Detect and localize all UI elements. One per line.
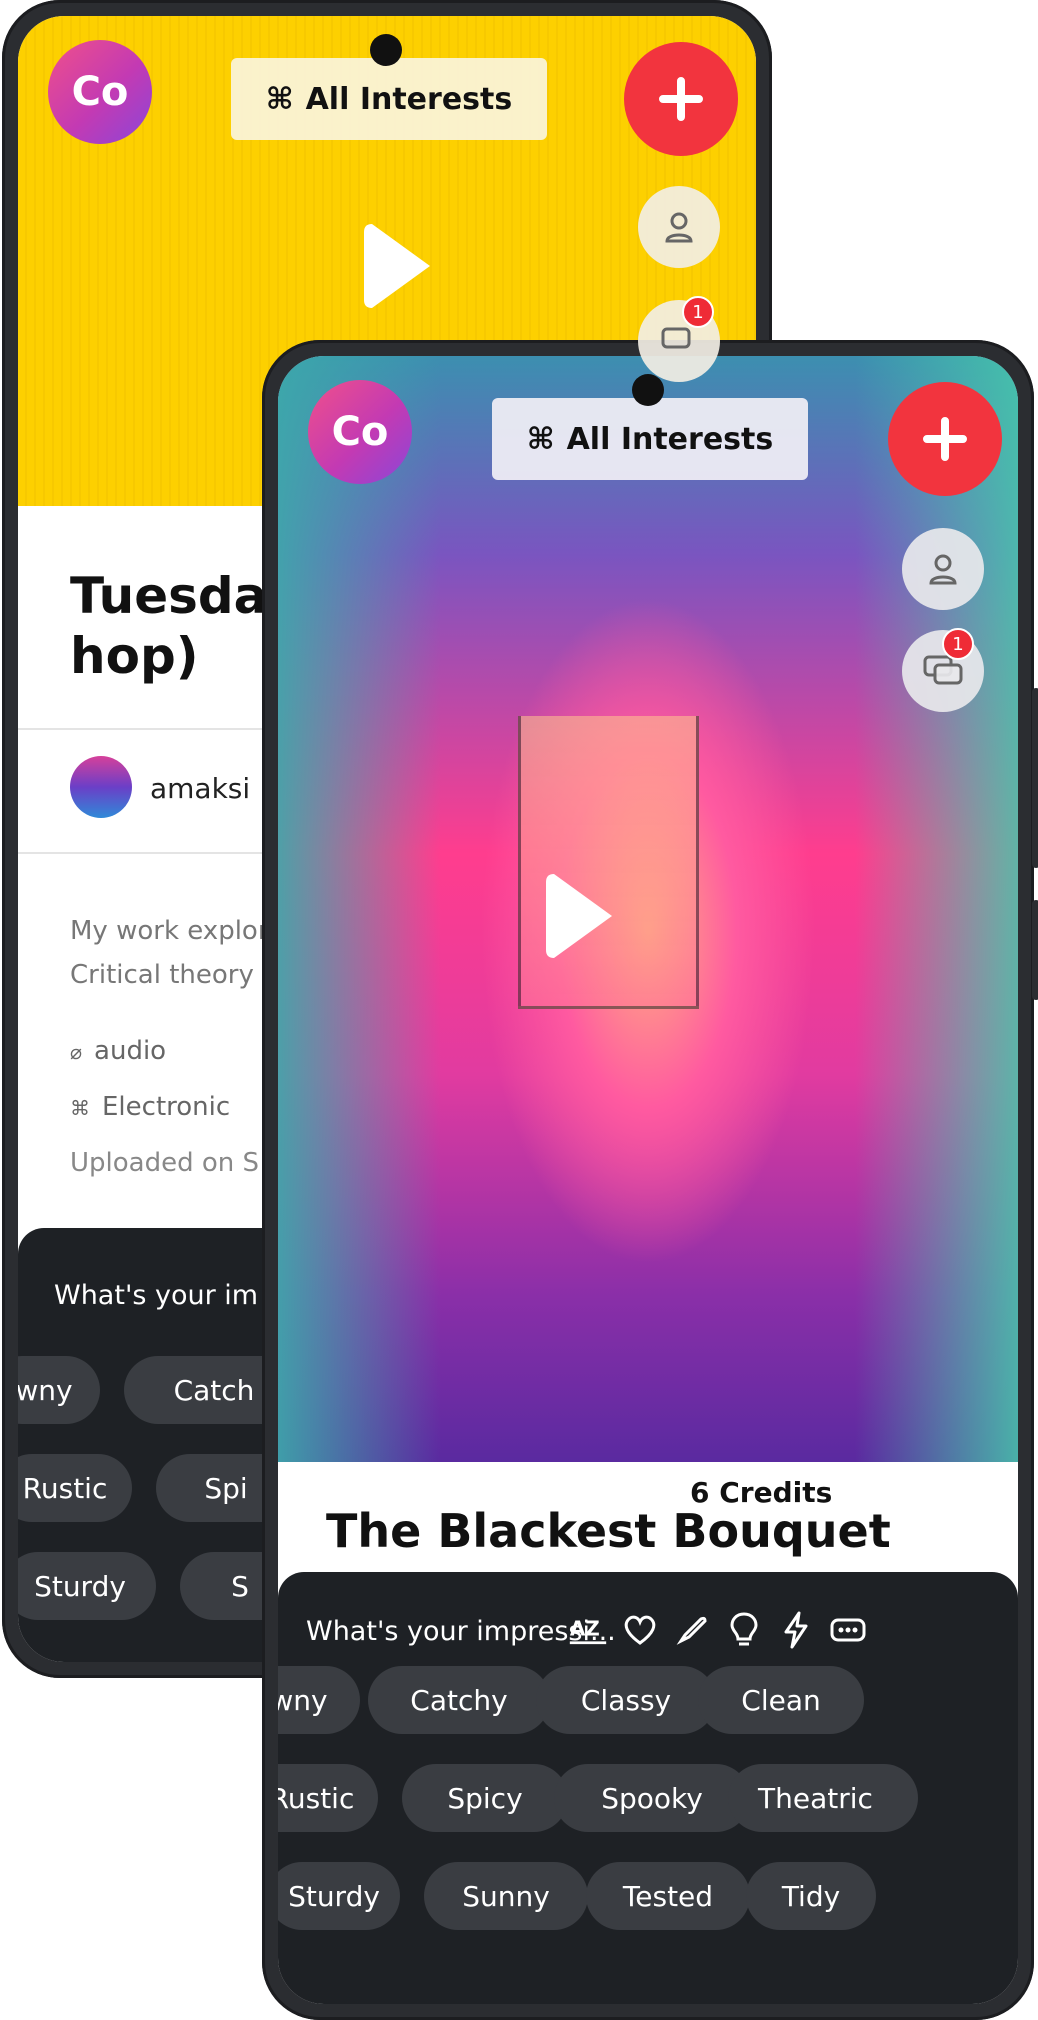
add-button[interactable]: [888, 382, 1002, 496]
impression-chip[interactable]: Rustic: [278, 1764, 378, 1832]
add-button[interactable]: [624, 42, 738, 156]
more-icon[interactable]: [828, 1610, 868, 1650]
impression-chip[interactable]: Sturdy: [18, 1552, 156, 1620]
impression-chip[interactable]: Clean: [698, 1666, 864, 1734]
impression-chip[interactable]: Tidy: [746, 1862, 876, 1930]
profile-button[interactable]: [902, 528, 984, 610]
credits-label: 6 Credits: [690, 1476, 833, 1509]
plus-icon: [923, 417, 967, 461]
user-icon: [929, 554, 957, 585]
impression-chip[interactable]: Spooky: [554, 1764, 750, 1832]
user-icon: [665, 212, 693, 243]
app-logo[interactable]: Co: [48, 40, 152, 144]
all-interests-label: All Interests: [305, 81, 513, 117]
track-title: The Blackest Bouquet: [326, 1504, 891, 1558]
command-icon: ⌘: [526, 421, 555, 457]
all-interests-label: All Interests: [566, 421, 774, 457]
notification-badge: 1: [682, 296, 714, 328]
impression-chip[interactable]: Classy: [536, 1666, 716, 1734]
az-sort-icon[interactable]: AZ: [568, 1610, 608, 1650]
svg-text:AZ: AZ: [570, 1616, 600, 1640]
app-logo[interactable]: Co: [308, 380, 412, 484]
front-phone-screen: Co ⌘ All Interests 1 The Blackest Bouque…: [278, 356, 1018, 2004]
impression-question: What's your im: [54, 1280, 259, 1311]
plus-icon: [659, 77, 703, 121]
all-interests-button[interactable]: ⌘ All Interests: [231, 58, 547, 140]
impression-chip[interactable]: Tested: [586, 1862, 750, 1930]
command-icon: ⌘: [265, 81, 294, 117]
front-camera: [632, 374, 664, 406]
uploader-name[interactable]: amaksi: [150, 772, 250, 805]
front-phone: Co ⌘ All Interests 1 The Blackest Bouque…: [262, 340, 1038, 2020]
heart-icon[interactable]: [620, 1610, 660, 1650]
impression-chip[interactable]: wny: [18, 1356, 100, 1424]
play-icon[interactable]: [358, 216, 438, 316]
genre: ⌘ Electronic: [70, 1092, 231, 1122]
impression-chip[interactable]: Spicy: [402, 1764, 568, 1832]
power-button: [1032, 688, 1038, 868]
bolt-icon[interactable]: [776, 1610, 816, 1650]
front-camera: [370, 34, 402, 66]
play-icon[interactable]: [540, 866, 620, 966]
impression-chip[interactable]: wny: [278, 1666, 360, 1734]
impression-panel: What's your impressi... AZ wny Catchy Cl…: [278, 1572, 1018, 2004]
impression-chip[interactable]: Sunny: [424, 1862, 588, 1930]
brush-icon[interactable]: [672, 1610, 712, 1650]
uploader-avatar[interactable]: [70, 756, 132, 818]
upload-date: Uploaded on S: [70, 1148, 260, 1178]
all-interests-button[interactable]: ⌘ All Interests: [492, 398, 808, 480]
link-icon: ⌀: [70, 1040, 83, 1064]
description-line: My work explor: [70, 916, 269, 946]
impression-tools: AZ: [568, 1610, 868, 1650]
messages-button[interactable]: 1: [638, 296, 720, 382]
profile-button[interactable]: [638, 186, 720, 268]
notification-badge: 1: [942, 628, 974, 660]
command-icon: ⌘: [70, 1096, 90, 1120]
impression-chip[interactable]: Catchy: [368, 1666, 550, 1734]
impression-chip[interactable]: Sturdy: [278, 1862, 400, 1930]
impression-chip[interactable]: Rustic: [18, 1454, 132, 1522]
media-type: ⌀ audio: [70, 1036, 167, 1066]
messages-button[interactable]: 1: [902, 628, 984, 712]
description-line: Critical theory a: [70, 960, 279, 990]
volume-button: [1032, 900, 1038, 1000]
impression-chip[interactable]: Theatric: [728, 1764, 918, 1832]
lightbulb-icon[interactable]: [724, 1610, 764, 1650]
